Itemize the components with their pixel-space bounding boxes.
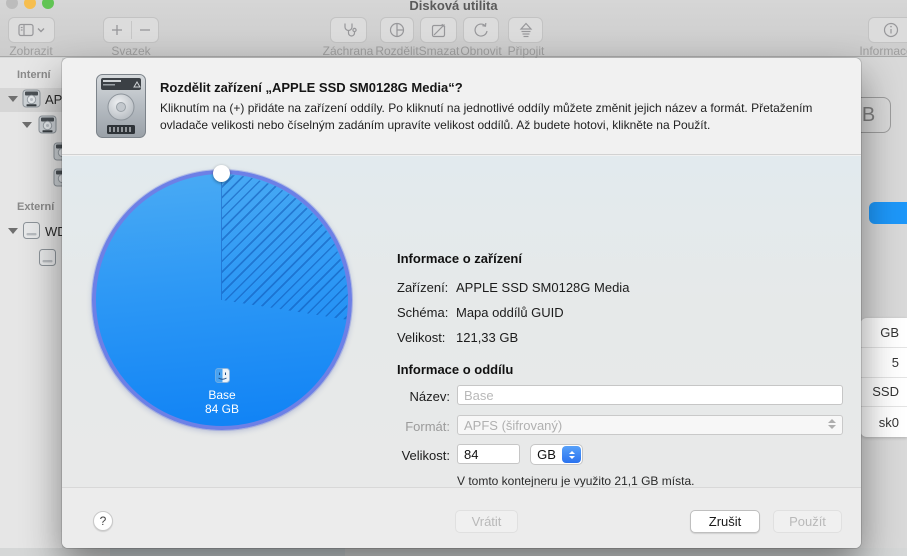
- partition-size-label: 84 GB: [204, 402, 240, 416]
- cancel-button[interactable]: Zrušit: [690, 510, 760, 533]
- sidebar-item-apple-disk[interactable]: AP: [45, 92, 62, 107]
- size-label: Velikost:: [397, 330, 446, 345]
- disclosure-triangle-icon[interactable]: [8, 96, 18, 102]
- pie-sector-divider: [221, 174, 222, 300]
- partition-dialog: Rozdělit zařízení „APPLE SSD SM0128G Med…: [62, 58, 861, 548]
- name-field-label: Název:: [409, 389, 450, 404]
- first-aid-button[interactable]: [330, 17, 367, 43]
- pie-center-label: Base 84 GB: [92, 368, 352, 416]
- dialog-title: Rozdělit zařízení „APPLE SSD SM0128G Med…: [160, 80, 463, 95]
- restore-button[interactable]: [463, 17, 499, 43]
- window-toolbar: Disková utilita Zobrazit Svazek Záchrana…: [0, 0, 907, 58]
- select-chevrons-icon: [828, 419, 836, 429]
- dialog-content: Base 84 GB + − Informace o zařízení Zaří…: [62, 156, 861, 488]
- restore-label: Obnovit: [460, 44, 502, 58]
- revert-button: Vrátit: [455, 510, 518, 533]
- volume-remove-button[interactable]: [132, 24, 159, 36]
- sidebar-layout-icon: [18, 23, 34, 37]
- scheme-value: Mapa oddílů GUID: [456, 305, 564, 320]
- format-field-label: Formát:: [405, 419, 450, 434]
- container-usage-note: V tomto kontejneru je využito 21,1 GB mí…: [457, 474, 695, 488]
- internal-disk-icon: [22, 89, 41, 108]
- format-select: APFS (šifrovaný): [457, 415, 843, 435]
- chevron-down-icon: [37, 27, 45, 33]
- pie-resize-handle[interactable]: [213, 165, 230, 182]
- partition-pie-icon: [389, 22, 405, 38]
- first-aid-label: Záchrana: [322, 44, 374, 58]
- view-button-label: Zobrazit: [9, 44, 53, 58]
- erase-icon: [431, 22, 447, 38]
- volume-add-button[interactable]: [104, 24, 131, 36]
- stethoscope-icon: [341, 22, 357, 38]
- info-button[interactable]: [868, 17, 907, 43]
- mount-eject-icon: [519, 22, 533, 38]
- info-label: Informace: [859, 44, 907, 58]
- partition-name-input[interactable]: [457, 385, 843, 405]
- size-field-label: Velikost:: [401, 448, 450, 463]
- mount-label: Připojit: [507, 44, 545, 58]
- background-bottom-strip: [0, 548, 907, 556]
- background-blue-button: [869, 202, 907, 224]
- finder-icon: [214, 368, 230, 386]
- size-unit-value: GB: [537, 447, 556, 462]
- volume-disk-icon: [53, 168, 62, 187]
- format-select-value: APFS (šifrovaný): [464, 417, 563, 433]
- external-disk-icon: [22, 221, 41, 240]
- dialog-header: Rozdělit zařízení „APPLE SSD SM0128G Med…: [62, 58, 861, 155]
- info-card-row: 5: [860, 348, 907, 378]
- help-button[interactable]: ?: [93, 511, 113, 531]
- background-info-card: GB 5 SSD sk0: [860, 318, 907, 437]
- scheme-label: Schéma:: [397, 305, 449, 320]
- partition-size-input[interactable]: [457, 444, 520, 464]
- erase-label: Smazat: [418, 44, 460, 58]
- sidebar-section-internal: Interní: [17, 69, 51, 81]
- disclosure-triangle-icon[interactable]: [8, 228, 18, 234]
- volume-add-remove-group: [103, 17, 159, 43]
- dialog-description: Kliknutím na (+) přidáte na zařízení odd…: [160, 101, 813, 133]
- size-unit-stepper-icon[interactable]: [562, 446, 581, 463]
- sidebar-section-external: Externí: [17, 201, 55, 213]
- partition-info-heading: Informace o oddílu: [397, 362, 514, 377]
- external-volume-icon: [38, 248, 57, 267]
- device-label: Zařízení:: [397, 280, 449, 295]
- device-info-heading: Informace o zařízení: [397, 251, 522, 266]
- info-card-row: SSD: [860, 378, 907, 408]
- partition-label: Rozdělit: [375, 44, 419, 58]
- window-title: Disková utilita: [409, 0, 498, 13]
- info-card-row: GB: [860, 318, 907, 348]
- partition-pie-chart: Base 84 GB: [92, 165, 352, 430]
- sidebar: Interní AP Externí WD: [0, 58, 62, 548]
- sidebar-item-wd-disk[interactable]: WD: [45, 224, 62, 239]
- size-value: 121,33 GB: [456, 330, 519, 345]
- partition-button[interactable]: [380, 17, 414, 43]
- volume-group-label: Svazek: [111, 44, 151, 58]
- erase-button[interactable]: [420, 17, 457, 43]
- device-value: APPLE SSD SM0128G Media: [456, 280, 630, 295]
- restore-arrow-icon: [473, 22, 489, 38]
- view-button[interactable]: [8, 17, 55, 43]
- hard-drive-icon: [95, 73, 147, 144]
- info-icon: [883, 22, 899, 38]
- size-unit-control[interactable]: GB: [530, 444, 583, 465]
- dialog-footer: ? Vrátit Zrušit Použít: [62, 487, 861, 548]
- apply-button: Použít: [773, 510, 842, 533]
- container-disk-icon: [38, 115, 57, 134]
- disclosure-triangle-icon[interactable]: [22, 122, 32, 128]
- partition-name-label: Base: [208, 388, 236, 402]
- volume-disk-icon: [53, 142, 62, 161]
- info-card-row: sk0: [878, 414, 899, 430]
- mount-button[interactable]: [508, 17, 543, 43]
